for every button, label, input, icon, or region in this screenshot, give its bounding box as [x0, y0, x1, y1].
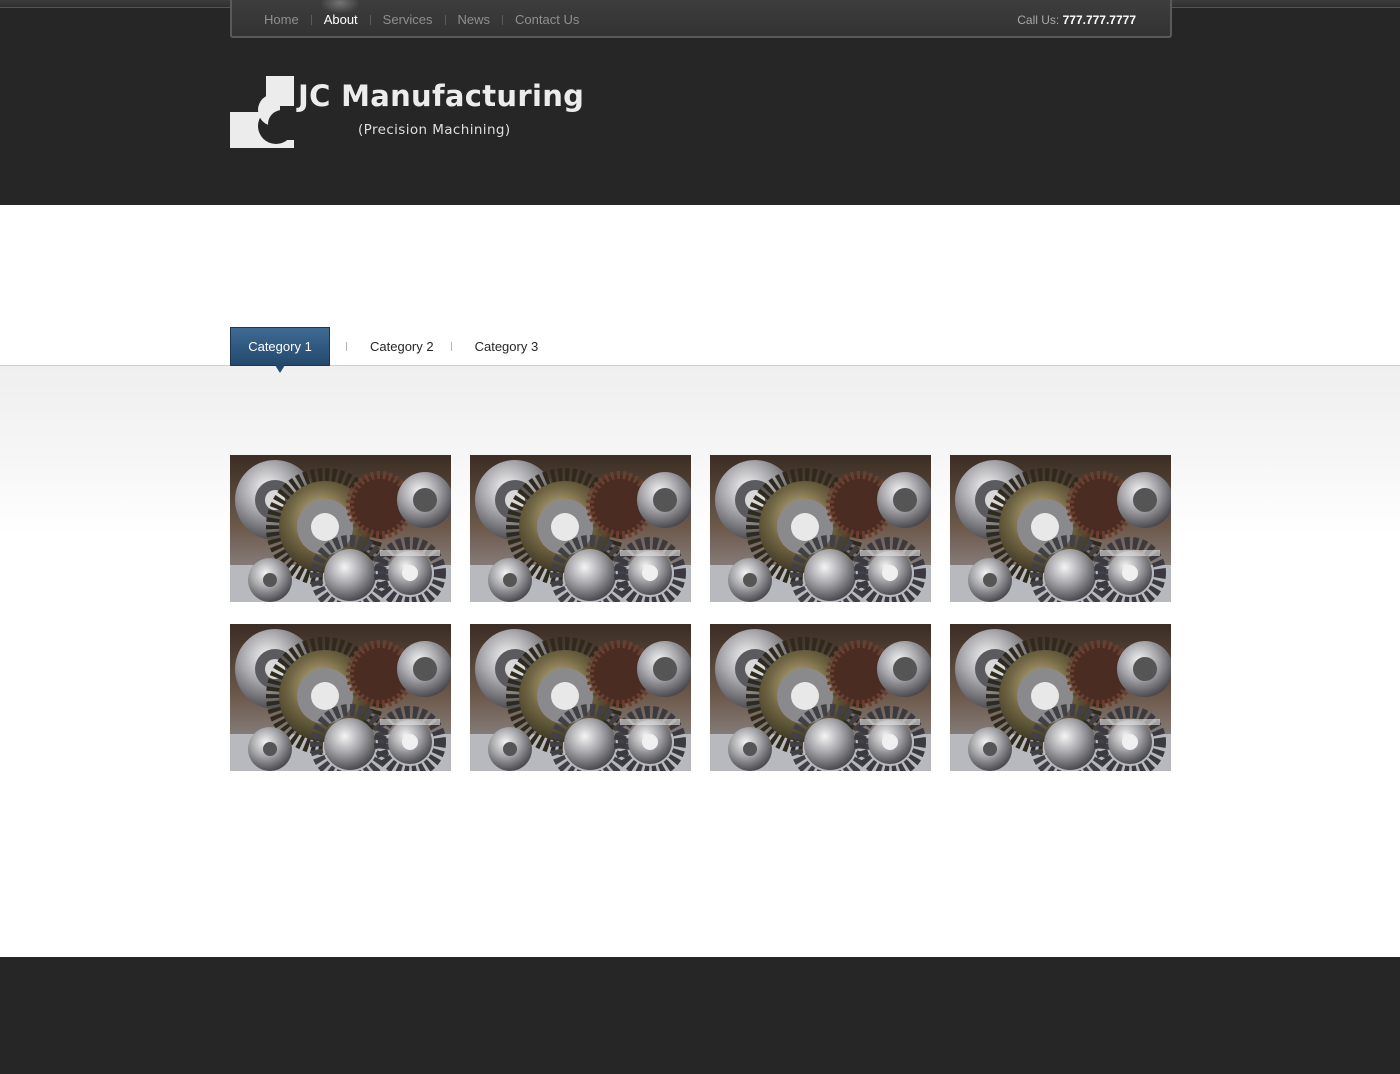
logo-subtitle: (Precision Machining)	[358, 122, 511, 138]
site-header: Home About Services News Contact Us Call…	[0, 0, 1400, 205]
tab-divider	[346, 342, 347, 351]
gallery-thumbnail[interactable]	[230, 624, 451, 771]
tab-divider	[450, 342, 452, 351]
tab-pointer-icon	[275, 365, 285, 373]
tab-category-1[interactable]: Category 1	[230, 327, 330, 373]
gallery-thumbnail[interactable]	[710, 624, 931, 771]
gears-photo-icon	[470, 455, 691, 602]
site-footer	[0, 957, 1400, 1074]
tabs-divider-line	[0, 365, 1400, 366]
nav-divider	[369, 15, 371, 25]
phone-number[interactable]: 777.777.7777	[1063, 13, 1136, 27]
gears-photo-icon	[230, 455, 451, 602]
gallery-thumbnail[interactable]	[950, 624, 1171, 771]
gallery-thumbnail[interactable]	[230, 455, 451, 602]
nav-services[interactable]: Services	[383, 12, 433, 28]
call-us-label: Call Us:	[1017, 13, 1060, 27]
top-navbar: Home About Services News Contact Us Call…	[230, 0, 1172, 38]
tab-label: Category 1	[248, 339, 312, 354]
gears-photo-icon	[950, 455, 1171, 602]
call-us: Call Us: 777.777.7777	[1017, 13, 1136, 27]
image-gallery	[230, 455, 1171, 771]
nav-about[interactable]: About	[324, 12, 358, 28]
gears-photo-icon	[470, 624, 691, 771]
nav-news[interactable]: News	[458, 12, 491, 28]
gears-photo-icon	[950, 624, 1171, 771]
logo-title: JC Manufacturing	[298, 79, 585, 113]
site-logo[interactable]: JC Manufacturing (Precision Machining)	[230, 76, 610, 148]
gallery-thumbnail[interactable]	[470, 624, 691, 771]
main-nav: Home About Services News Contact Us	[264, 12, 579, 28]
logo-mark-icon	[230, 76, 294, 148]
category-tabs: Category 1 Category 2 Category 3	[230, 327, 539, 373]
nav-divider	[502, 15, 504, 25]
nav-contact-us[interactable]: Contact Us	[515, 12, 579, 28]
gallery-thumbnail[interactable]	[950, 455, 1171, 602]
nav-home[interactable]: Home	[264, 12, 299, 28]
tab-category-3[interactable]: Category 3	[475, 327, 539, 366]
gallery-thumbnail[interactable]	[470, 455, 691, 602]
gallery-thumbnail[interactable]	[710, 455, 931, 602]
nav-divider	[310, 15, 312, 25]
nav-divider	[444, 15, 446, 25]
tab-category-2[interactable]: Category 2	[370, 327, 434, 366]
gears-photo-icon	[230, 624, 451, 771]
gears-photo-icon	[710, 624, 931, 771]
gears-photo-icon	[710, 455, 931, 602]
